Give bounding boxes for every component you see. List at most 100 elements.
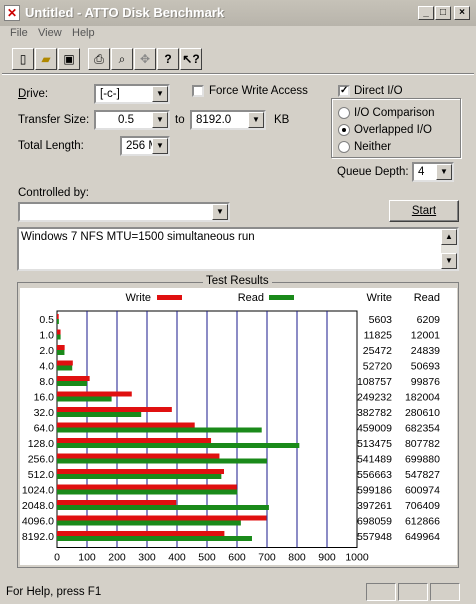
total-length-label: Total Length:: [18, 140, 84, 152]
context-help-icon[interactable]: ↖?: [180, 48, 202, 70]
start-button[interactable]: Start: [389, 200, 459, 222]
radio-overlapped-io[interactable]: [338, 124, 350, 136]
transfer-to-value: 8192.0: [196, 114, 232, 126]
write-bar: [57, 376, 90, 381]
read-value: 682354: [405, 423, 440, 435]
chevron-down-icon[interactable]: ▼: [212, 204, 228, 220]
chevron-down-icon[interactable]: ▼: [152, 86, 168, 102]
queue-depth-label: Queue Depth:: [337, 166, 409, 178]
drive-label: Drive:: [18, 88, 49, 100]
save-icon[interactable]: ▣: [58, 48, 80, 70]
read-bar: [57, 489, 238, 495]
read-bar: [57, 381, 87, 386]
help-icon[interactable]: ?: [157, 48, 179, 70]
chevron-down-icon[interactable]: ▼: [436, 164, 452, 180]
read-value: 50693: [411, 361, 440, 373]
write-bar: [57, 531, 225, 536]
read-bar: [57, 458, 267, 464]
toolbar-separator: [2, 73, 474, 75]
chevron-down-icon[interactable]: ▼: [152, 112, 168, 128]
direct-io-label: Direct I/O: [354, 85, 403, 97]
write-value: 25472: [363, 345, 392, 357]
force-write-checkbox[interactable]: [192, 85, 204, 97]
scroll-down-icon[interactable]: ▼: [441, 253, 457, 269]
chevron-down-icon[interactable]: ▼: [248, 112, 264, 128]
start-label: Start: [411, 205, 437, 217]
write-bar: [57, 345, 65, 350]
menu-file[interactable]: File: [10, 27, 28, 39]
queue-depth-combo[interactable]: 4 ▼: [412, 162, 454, 182]
read-bar: [57, 412, 142, 417]
total-length-combo[interactable]: 256 MB ▼: [120, 136, 170, 156]
open-icon[interactable]: ▰: [35, 48, 57, 70]
scroll-up-icon[interactable]: ▲: [441, 229, 457, 245]
transfer-to-combo[interactable]: 8192.0 ▼: [190, 110, 266, 130]
write-bar: [57, 500, 177, 505]
menu-view[interactable]: View: [38, 27, 62, 39]
write-value: 556663: [357, 469, 392, 481]
read-bar: [57, 505, 269, 510]
write-value: 557948: [357, 531, 392, 543]
write-value: 541489: [357, 454, 392, 466]
description-text: Windows 7 NFS MTU=1500 simultaneous run: [21, 231, 255, 243]
window-title: Untitled - ATTO Disk Benchmark: [25, 5, 225, 20]
kb-label: KB: [274, 114, 290, 126]
transfer-from-value: 0.5: [118, 114, 134, 126]
radio-io-comparison[interactable]: [338, 107, 350, 119]
print-preview-icon[interactable]: ⌕: [111, 48, 133, 70]
read-column-header: Read: [414, 292, 440, 304]
read-value: 706409: [405, 500, 440, 512]
app-icon: ✕: [4, 5, 20, 21]
category-label: 1.0: [39, 330, 54, 342]
chart-area: Write Read Write Read 0.5 5603 6209 1.0 11825 120…: [20, 288, 457, 577]
new-icon[interactable]: ▯: [12, 48, 34, 70]
read-bar: [57, 319, 59, 324]
write-bar: [57, 391, 132, 397]
write-bar: [57, 484, 237, 490]
write-column-header: Write: [367, 292, 392, 304]
read-bar: [57, 396, 112, 402]
read-value: 182004: [405, 392, 440, 404]
write-value: 459009: [357, 423, 392, 435]
write-value: 382782: [357, 407, 392, 419]
controlled-by-combo[interactable]: ▼: [18, 202, 230, 222]
x-tick-label: 600: [228, 552, 246, 564]
read-value: 807782: [405, 438, 440, 450]
read-value: 12001: [411, 330, 440, 342]
write-value: 11825: [364, 330, 393, 342]
category-label: 2.0: [39, 345, 54, 357]
queue-depth-value: 4: [418, 166, 425, 178]
category-label: 8192.0: [22, 531, 54, 543]
minimize-button[interactable]: _: [418, 6, 434, 20]
write-value: 108757: [357, 376, 392, 388]
chevron-down-icon[interactable]: ▼: [152, 138, 168, 154]
transfer-from-combo[interactable]: 0.5 ▼: [94, 110, 170, 130]
menu-help[interactable]: Help: [72, 27, 95, 39]
read-bar: [57, 443, 300, 448]
x-tick-label: 0: [54, 552, 60, 564]
move-icon[interactable]: ✥: [134, 48, 156, 70]
close-button[interactable]: ×: [454, 6, 470, 20]
direct-io-checkbox[interactable]: ✓: [338, 85, 350, 97]
write-value: 698059: [357, 516, 392, 528]
write-value: 52720: [363, 361, 392, 373]
drive-combo[interactable]: [-c-] ▼: [94, 84, 170, 104]
maximize-button[interactable]: □: [435, 6, 451, 20]
read-value: 699880: [405, 454, 440, 466]
neither-label: Neither: [354, 141, 392, 153]
category-label: 2048.0: [22, 500, 54, 512]
read-bar: [57, 334, 61, 340]
print-icon[interactable]: ⎙: [88, 48, 110, 70]
radio-neither[interactable]: [338, 141, 350, 153]
status-text: For Help, press F1: [6, 586, 102, 598]
x-tick-label: 800: [288, 552, 306, 564]
read-value: 280610: [405, 407, 440, 419]
to-label: to: [175, 114, 185, 126]
read-value: 612866: [405, 516, 440, 528]
x-tick-label: 100: [78, 552, 96, 564]
write-bar: [57, 453, 220, 459]
write-value: 599186: [357, 485, 392, 497]
category-label: 0.5: [39, 314, 54, 326]
status-pane-3: [430, 583, 460, 601]
category-label: 64.0: [34, 423, 55, 435]
